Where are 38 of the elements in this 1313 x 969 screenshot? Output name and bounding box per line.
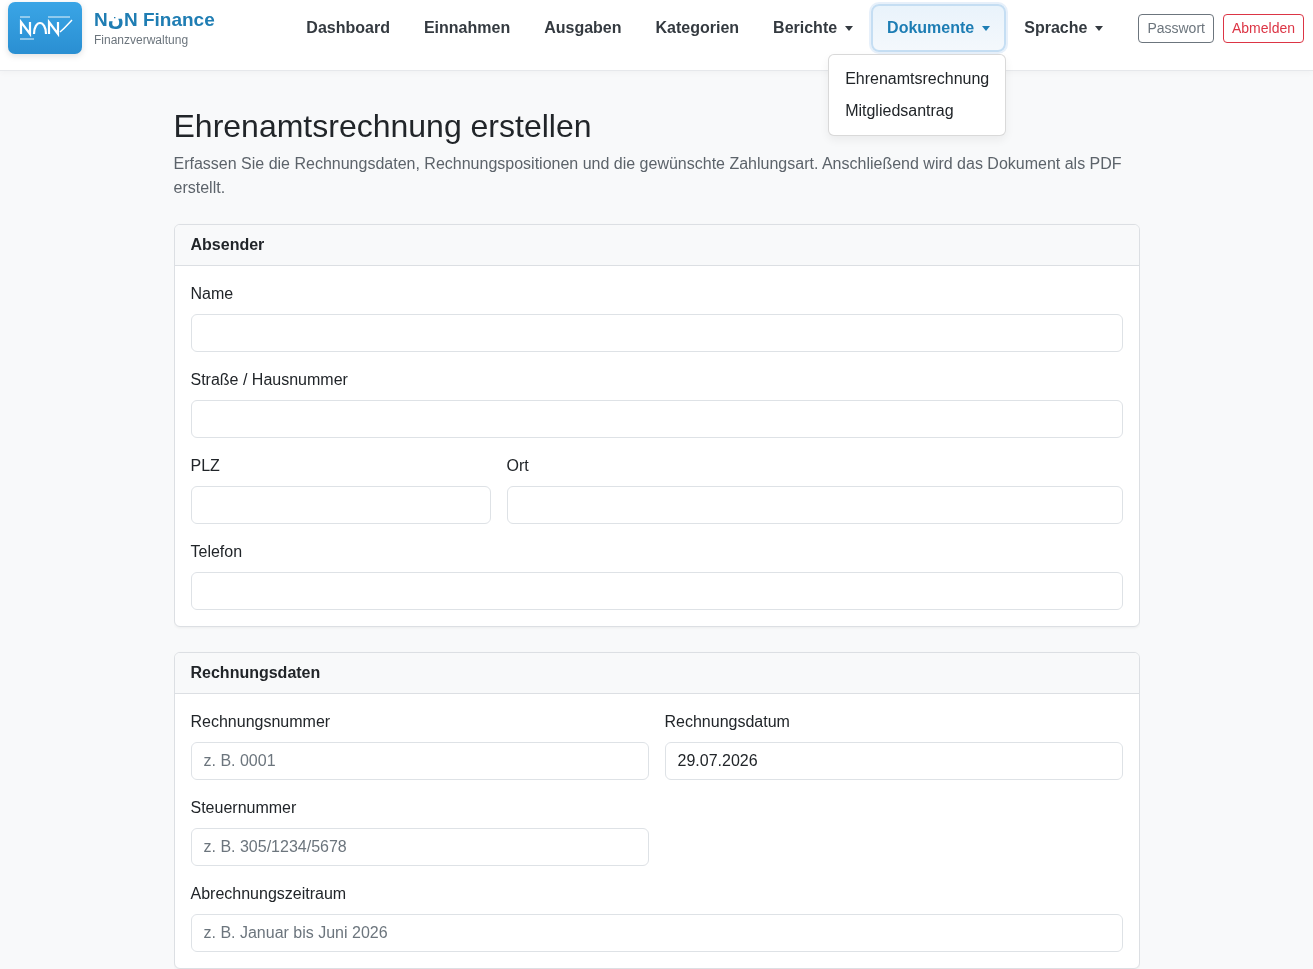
card-header: Absender <box>174 225 1139 266</box>
nav-button[interactable]: Abmelden <box>1222 13 1304 43</box>
input-field[interactable] <box>190 572 1123 610</box>
nav-button[interactable]: Passwort <box>1138 13 1214 43</box>
nav-link[interactable]: Ausgaben <box>528 4 638 52</box>
caret-icon <box>1095 25 1104 31</box>
input-field[interactable]: z. B. 0001 <box>190 742 649 780</box>
field-label: Rechnungsdatum <box>664 712 790 732</box>
nav-link[interactable]: Dokumente <box>871 4 1007 52</box>
field-label: PLZ <box>190 456 220 476</box>
field-label: Rechnungsnummer <box>190 712 331 732</box>
input-field[interactable] <box>190 486 491 524</box>
field-label: Ort <box>506 456 529 476</box>
input-field[interactable] <box>190 400 1123 438</box>
input-field[interactable]: z. B. 305/1234/5678 <box>190 828 649 866</box>
card-header: Rechnungsdaten <box>174 653 1139 694</box>
brand-subtitle: Finanzverwaltung <box>94 33 190 47</box>
field-label: Steuernummer <box>190 798 297 818</box>
caret-icon <box>982 25 991 31</box>
caret-icon <box>845 25 854 31</box>
nav-link[interactable]: Berichte <box>757 4 870 52</box>
dropdown-item[interactable]: Mitgliedsantrag <box>829 95 1006 127</box>
input-field[interactable]: z. B. Januar bis Juni 2026 <box>190 914 1123 952</box>
field-label: Abrechnungszeitraum <box>190 884 347 904</box>
field-label: Telefon <box>190 542 243 562</box>
page-description: Erfassen Sie die Rechnungsdaten, Rechnungspositionen und die gewünschte Zahlungsart. Anschließend wird das Dokument als PDF erstellt. <box>173 154 1123 198</box>
field-label: Straße / Hausnummer <box>190 370 348 390</box>
nav-link[interactable]: Kategorien <box>639 4 756 52</box>
input-field[interactable] <box>506 486 1123 524</box>
nav-link[interactable]: Einnahmen <box>407 4 527 52</box>
nav-link[interactable]: Sprache <box>1008 4 1120 52</box>
input-field[interactable] <box>190 314 1123 352</box>
brand-name[interactable]: NنN Finance <box>94 9 215 31</box>
field-label: Name <box>190 284 234 304</box>
input-field[interactable]: 29.07.2026 <box>664 742 1123 780</box>
dropdown-item[interactable]: Ehrenamtsrechnung <box>829 63 1006 95</box>
nav-link[interactable]: Dashboard <box>290 4 406 52</box>
page-title: Ehrenamtsrechnung erstellen <box>173 107 592 145</box>
